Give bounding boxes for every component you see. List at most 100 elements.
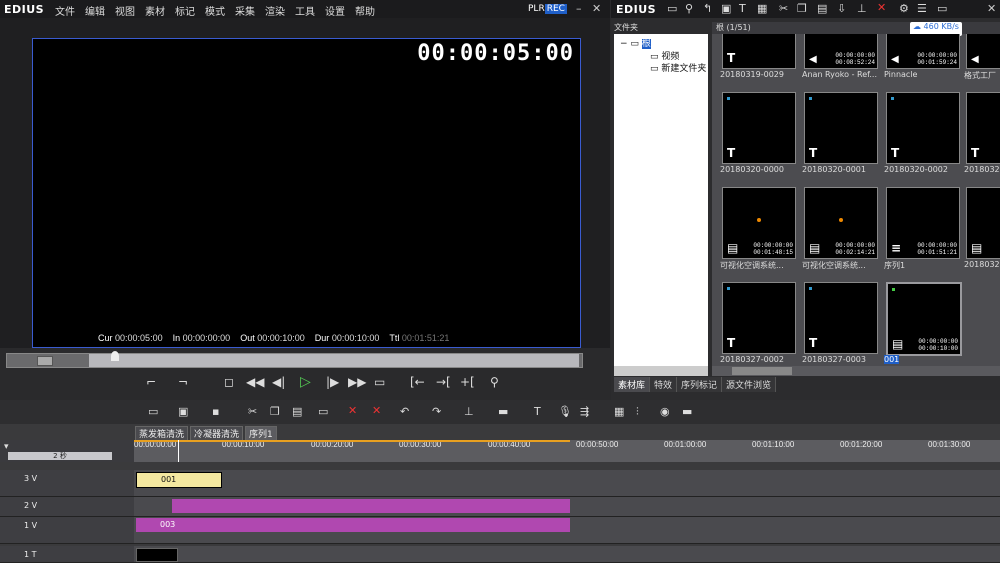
tab-source-browser[interactable]: 源文件浏览	[722, 377, 777, 392]
track-lane-1t[interactable]	[134, 546, 1000, 563]
menu-clip[interactable]: 素材	[145, 7, 165, 18]
menu-marker[interactable]: 标记	[175, 7, 195, 18]
plr-label[interactable]: PLR	[528, 4, 545, 14]
tree-root[interactable]: − ▭ 根	[620, 36, 651, 49]
folder-new-label[interactable]: 新建文件夹	[661, 64, 706, 74]
title-icon[interactable]: T	[739, 2, 746, 15]
open-project-icon[interactable]: ▣	[178, 405, 188, 418]
clip-scroll-thumb[interactable]	[732, 367, 792, 375]
menu-view[interactable]: 视图	[115, 7, 135, 18]
step-back-icon[interactable]: ◀|	[272, 375, 285, 389]
rec-label[interactable]: REC	[544, 4, 567, 14]
clip-thumb[interactable]: ▤	[966, 187, 1000, 259]
menu-capture[interactable]: 采集	[235, 7, 255, 18]
delete-clip-icon[interactable]: ✕	[348, 404, 357, 417]
clip-thumb[interactable]: ◀	[966, 34, 1000, 69]
undo-icon[interactable]: ↶	[400, 405, 409, 418]
timeline-clip[interactable]	[136, 548, 178, 562]
insert-icon[interactable]: [←	[410, 375, 425, 389]
scrub-range[interactable]	[89, 354, 579, 367]
redo-icon[interactable]: ↷	[432, 405, 441, 418]
add-to-timeline-icon[interactable]: ⇩	[837, 2, 846, 15]
clip-thumb[interactable]: T	[804, 282, 878, 354]
tab-sequence-2[interactable]: 冷凝器清洗	[190, 426, 244, 441]
clip-thumb[interactable]: ◀ 00:00:00:00 00:08:52:24	[804, 34, 878, 69]
tab-sequence-1[interactable]: 蒸发箱清洗	[135, 426, 189, 441]
track-lane-3v[interactable]: 001	[134, 470, 1000, 497]
clip-thumb[interactable]: T	[722, 34, 796, 69]
properties-icon[interactable]: ⚙	[899, 2, 909, 15]
tree-folder-new[interactable]: ▭ 新建文件夹	[650, 61, 706, 74]
playhead[interactable]	[178, 440, 179, 462]
stop-icon[interactable]: ◻	[224, 375, 234, 389]
overwrite-icon[interactable]: →[	[436, 375, 451, 389]
timeline-clip[interactable]: 001	[136, 472, 222, 488]
bin-close-icon[interactable]: ✕	[987, 2, 996, 15]
color-bar-icon[interactable]: ▦	[757, 2, 767, 15]
menu-tools[interactable]: 工具	[295, 7, 315, 18]
add-cut-icon[interactable]: ⊥	[464, 405, 474, 418]
clip-scrollbar[interactable]	[712, 366, 1000, 376]
menu-mode[interactable]: 模式	[205, 7, 225, 18]
grid-icon[interactable]: ▦	[614, 405, 624, 418]
zoom-handle[interactable]	[37, 356, 53, 366]
text-icon[interactable]: T	[534, 405, 541, 418]
options-icon[interactable]: ▭	[937, 2, 947, 15]
set-in-icon[interactable]: ⌐	[146, 375, 156, 389]
tab-effects[interactable]: 特效	[650, 377, 678, 392]
snap-icon[interactable]: ▬	[498, 405, 508, 418]
track-head-1v[interactable]: 1 V	[0, 517, 134, 544]
mixer-icon[interactable]: ⫶	[636, 405, 639, 419]
copy-icon[interactable]: ❐	[797, 2, 807, 15]
timeline-cut-icon[interactable]: ✂	[248, 405, 257, 418]
replace-icon[interactable]: ▭	[318, 405, 328, 418]
clip-thumb[interactable]: T	[966, 92, 1000, 164]
tab-sequence-marker[interactable]: 序列标记	[677, 377, 723, 392]
mic-icon[interactable]: 🎙	[558, 405, 572, 418]
search-icon[interactable]: ⚲	[685, 2, 693, 15]
split-icon[interactable]: +[	[460, 375, 475, 389]
clip-thumb[interactable]: ▤ 00:00:00:00 00:01:48:15	[722, 187, 796, 259]
clip-thumb[interactable]: ◀ 00:00:00:00 00:01:59:24	[886, 34, 960, 69]
track-head-3v[interactable]: 3 V	[0, 470, 134, 497]
plr-rec-toggle[interactable]: PLR REC	[528, 4, 567, 14]
ripple-delete-icon[interactable]: ✕	[372, 404, 381, 417]
insert-bin-icon[interactable]: ⊥	[857, 2, 867, 15]
menu-help[interactable]: 帮助	[355, 7, 375, 18]
loop-icon[interactable]: ▭	[374, 375, 385, 389]
scale-select[interactable]: 2 秒	[8, 452, 112, 460]
track-lane-1v[interactable]: 003	[134, 517, 1000, 544]
timeline-clip[interactable]: 003	[136, 518, 570, 532]
clip-thumb[interactable]: ▤ 00:00:00:00 00:02:14:21	[804, 187, 878, 259]
record-icon[interactable]: ◉	[660, 405, 670, 418]
playhead-handle[interactable]	[111, 351, 119, 361]
menu-edit[interactable]: 编辑	[85, 7, 105, 18]
delete-icon[interactable]: ✕	[877, 1, 886, 14]
clip-thumb[interactable]: T	[722, 282, 796, 354]
new-sequence-icon[interactable]: ▭	[148, 405, 158, 418]
minimize-icon[interactable]: –	[576, 2, 582, 15]
timeline-ruler[interactable]: 00:00:00:00 00:00:10:00 00:00:20:00 00:0…	[134, 440, 1000, 462]
step-forward-icon[interactable]: |▶	[326, 375, 339, 389]
track-head-1t[interactable]: 1 T	[0, 546, 134, 563]
export-icon[interactable]: ▬	[682, 405, 692, 418]
menu-settings[interactable]: 设置	[325, 7, 345, 18]
save-icon[interactable]: ▪	[212, 405, 219, 418]
add-clip-icon[interactable]: ▣	[721, 2, 731, 15]
menu-render[interactable]: 渲染	[265, 7, 285, 18]
close-icon[interactable]: ✕	[592, 2, 601, 15]
clip-thumb[interactable]: T	[722, 92, 796, 164]
root-label[interactable]: 根	[641, 39, 651, 49]
paste-icon[interactable]: ▤	[817, 2, 827, 15]
set-out-icon[interactable]: ¬	[178, 375, 188, 389]
timeline-clip[interactable]	[172, 499, 570, 513]
timeline-copy-icon[interactable]: ❐	[270, 405, 280, 418]
menu-file[interactable]: 文件	[55, 7, 75, 18]
folder-scrollbar[interactable]	[614, 366, 708, 376]
fast-forward-icon[interactable]: ▶▶	[348, 375, 366, 389]
view-icon[interactable]: ☰	[917, 2, 927, 15]
expand-icon[interactable]: ▾	[4, 442, 9, 452]
folder-icon[interactable]: ▭	[667, 2, 677, 15]
play-icon[interactable]: ▷	[300, 374, 311, 390]
clip-thumb[interactable]: T	[886, 92, 960, 164]
